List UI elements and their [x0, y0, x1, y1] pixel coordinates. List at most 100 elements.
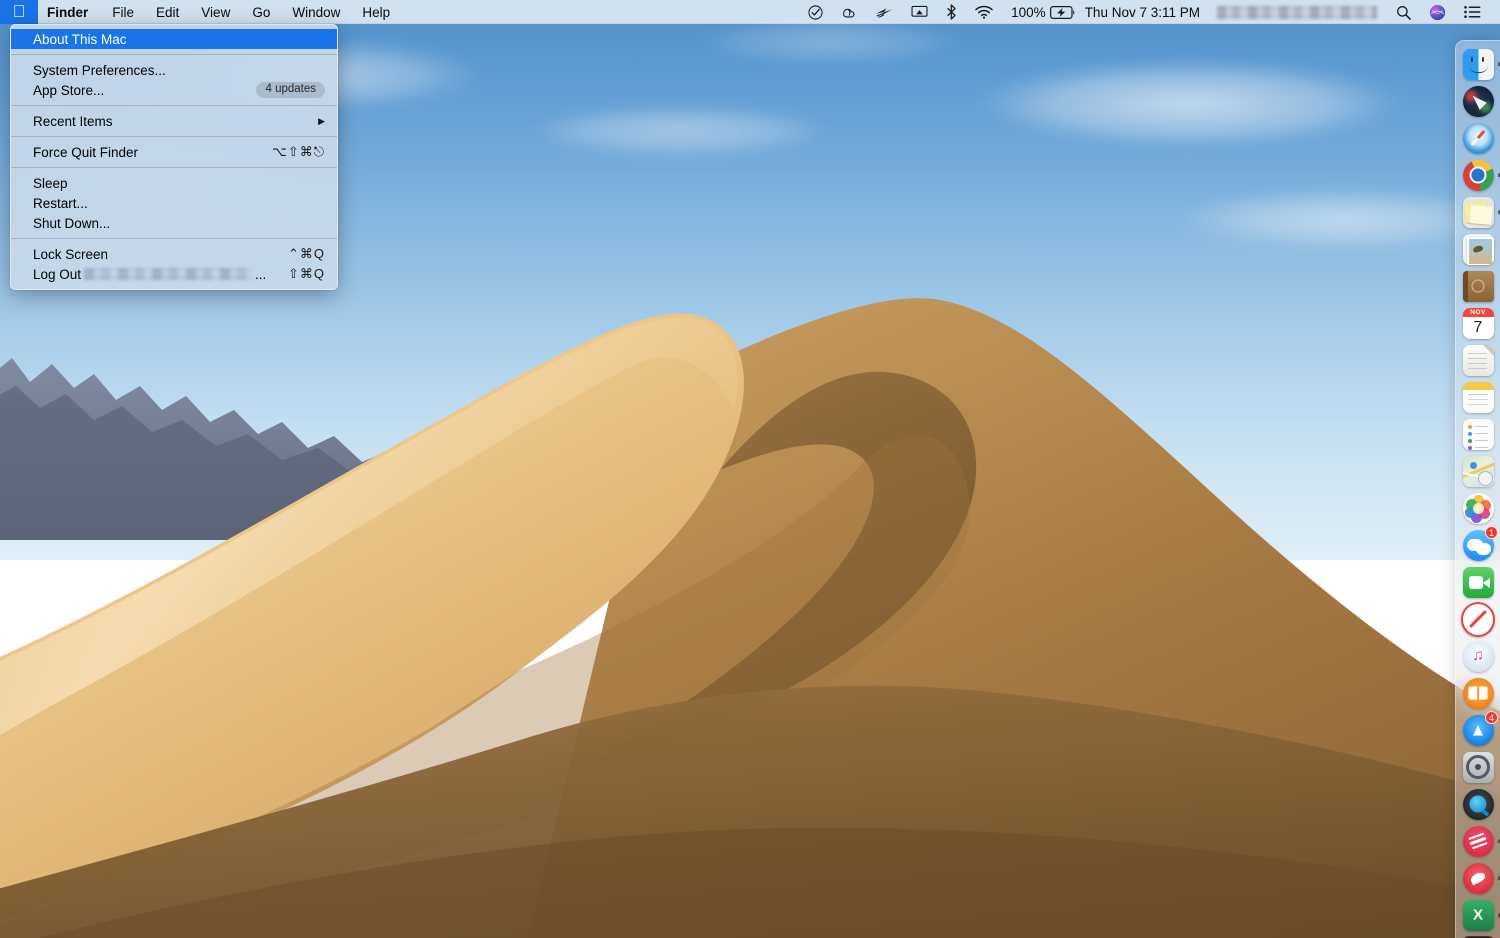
menu-bar-item-window[interactable]: Window [281, 0, 351, 24]
menu-item-restart[interactable]: Restart... [11, 193, 337, 213]
dock-item-contacts[interactable] [1461, 269, 1495, 303]
itunes-icon: ♫ [1463, 641, 1494, 672]
dock: NOV 7 [1455, 40, 1500, 938]
spotlight-search-icon[interactable] [1387, 0, 1420, 24]
app-store-updates-badge: 4 updates [256, 82, 325, 99]
dock-item-calendar[interactable]: NOV 7 [1461, 306, 1495, 340]
dock-item-chrome[interactable] [1461, 158, 1495, 192]
reminders-icon [1463, 419, 1494, 450]
menu-bar-user-redacted[interactable] [1207, 0, 1387, 24]
macos-desktop-screen:  Finder File Edit View Go Window Help [0, 0, 1500, 938]
menu-bar-clock[interactable]: Thu Nov 7 3:11 PM [1078, 0, 1207, 24]
menu-item-label: Shut Down... [33, 216, 110, 231]
menu-separator [11, 54, 337, 55]
menu-separator [11, 105, 337, 106]
safari-icon [1463, 123, 1494, 154]
menu-item-about-this-mac[interactable]: About This Mac [11, 29, 337, 49]
menu-bar-item-file[interactable]: File [101, 0, 145, 24]
menu-item-recent-items[interactable]: Recent Items ▶ [11, 111, 337, 131]
menu-item-shortcut: ⌥⇧⌘⎋ [272, 144, 325, 160]
menu-bar-status-area: 100% Thu Nov 7 3:11 PM [799, 0, 1500, 24]
menu-item-label: Recent Items [33, 114, 113, 129]
maps-icon [1463, 456, 1494, 487]
app-store-badge: 4 [1485, 711, 1498, 724]
adobe-creative-cloud-icon[interactable] [832, 0, 866, 24]
dock-item-itunes[interactable]: ♫ [1461, 639, 1495, 673]
menu-item-ellipsis: ... [255, 267, 266, 282]
menu-item-log-out[interactable]: Log Out ... ⇧⌘Q [11, 264, 337, 284]
siri-icon[interactable] [1420, 0, 1455, 24]
menu-separator [11, 167, 337, 168]
preview-icon [1463, 234, 1494, 265]
dock-item-launchpad[interactable] [1461, 84, 1495, 118]
menu-item-force-quit-finder[interactable]: Force Quit Finder ⌥⇧⌘⎋ [11, 142, 337, 162]
dock-item-app-store[interactable]: ▲ 4 [1461, 713, 1495, 747]
transmit-icon [1463, 826, 1494, 857]
dock-item-system-preferences[interactable] [1461, 750, 1495, 784]
quicktime-icon [1463, 789, 1494, 820]
chrome-icon [1463, 160, 1494, 191]
transmit-arrow-icon[interactable] [866, 0, 902, 24]
dock-item-transmit[interactable] [1461, 824, 1495, 858]
bluetooth-icon[interactable] [937, 0, 966, 24]
menu-item-shut-down[interactable]: Shut Down... [11, 213, 337, 233]
dock-item-finder[interactable] [1461, 47, 1495, 81]
apple-menu-button[interactable]:  [0, 0, 38, 24]
wifi-icon[interactable] [966, 0, 1002, 24]
dock-item-photos[interactable] [1461, 491, 1495, 525]
wallpaper-cloud [1180, 190, 1500, 250]
menu-item-sleep[interactable]: Sleep [11, 173, 337, 193]
finder-icon [1463, 49, 1494, 80]
dock-item-blocked[interactable] [1461, 602, 1495, 636]
menu-bar-app-name[interactable]: Finder [38, 0, 101, 24]
menu-bar-left:  Finder File Edit View Go Window Help [0, 0, 401, 24]
menu-item-lock-screen[interactable]: Lock Screen ⌃⌘Q [11, 244, 337, 264]
notification-center-icon[interactable] [1455, 0, 1490, 24]
dock-item-reminders[interactable] [1461, 417, 1495, 451]
dock-item-stickies[interactable] [1461, 195, 1495, 229]
wallpaper-cloud [530, 105, 830, 157]
stickies-icon [1463, 197, 1494, 228]
menu-bar-item-view[interactable]: View [190, 0, 241, 24]
menu-bar:  Finder File Edit View Go Window Help [0, 0, 1500, 24]
launchpad-icon [1463, 86, 1494, 117]
menu-item-app-store[interactable]: App Store... 4 updates [11, 80, 337, 100]
notes-icon [1463, 345, 1494, 376]
menu-item-shortcut: ⇧⌘Q [288, 266, 325, 282]
menu-bar-item-go[interactable]: Go [241, 0, 281, 24]
menu-bar-item-edit[interactable]: Edit [145, 0, 190, 24]
things-checkmark-icon[interactable] [799, 0, 832, 24]
dock-item-maps[interactable] [1461, 454, 1495, 488]
battery-percent-label[interactable]: 100% [1002, 0, 1050, 24]
contacts-icon [1463, 271, 1494, 302]
photos-icon [1463, 493, 1494, 524]
menu-item-shortcut: ⌃⌘Q [288, 246, 325, 262]
menu-bar-item-help[interactable]: Help [351, 0, 401, 24]
battery-charging-icon[interactable] [1050, 0, 1078, 24]
dock-item-facetime[interactable] [1461, 565, 1495, 599]
redacted-user-name [84, 268, 252, 280]
calendar-month-label: NOV [1463, 308, 1494, 317]
dock-item-safari[interactable] [1461, 121, 1495, 155]
messages-badge: 1 [1485, 526, 1498, 539]
dock-item-books[interactable] [1461, 676, 1495, 710]
menu-item-system-preferences[interactable]: System Preferences... [11, 60, 337, 80]
menu-item-label: Force Quit Finder [33, 145, 138, 160]
apple-menu-dropdown: About This Mac System Preferences... App… [10, 24, 338, 290]
dock-item-preview[interactable] [1461, 232, 1495, 266]
menu-item-label: Log Out [33, 267, 81, 282]
dock-item-paprika[interactable] [1461, 861, 1495, 895]
apple-logo-icon:  [13, 3, 26, 20]
wallpaper-dune [0, 270, 1500, 938]
menu-item-label: Sleep [33, 176, 68, 191]
calendar-day-label: 7 [1463, 317, 1494, 339]
dock-item-quicktime[interactable] [1461, 787, 1495, 821]
dock-item-messages[interactable]: 1 [1461, 528, 1495, 562]
dock-item-excel[interactable]: X [1461, 898, 1495, 932]
dock-item-notes[interactable] [1461, 343, 1495, 377]
dock-item-pages-notes[interactable] [1461, 380, 1495, 414]
calendar-icon: NOV 7 [1463, 308, 1494, 339]
menu-item-label: System Preferences... [33, 63, 166, 78]
airplay-display-icon[interactable] [902, 0, 937, 24]
system-preferences-icon [1463, 752, 1494, 783]
